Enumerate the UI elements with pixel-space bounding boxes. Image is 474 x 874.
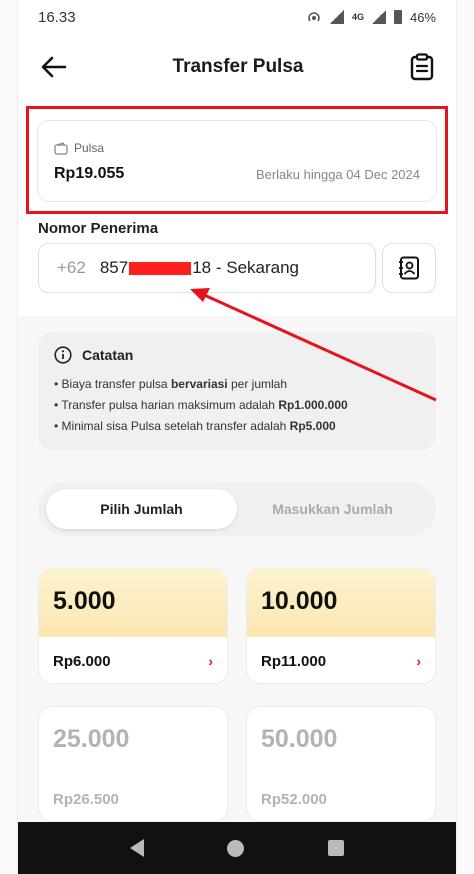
back-button[interactable]: [38, 51, 70, 83]
network-type: 4G: [351, 12, 364, 22]
amount-option[interactable]: 10.000 Rp11.000 ›: [246, 568, 436, 684]
contact-book-icon: [399, 256, 419, 280]
option-nominal: 25.000: [53, 725, 130, 753]
phone-number-start: 857: [99, 258, 129, 277]
amount-option[interactable]: 5.000 Rp6.000 ›: [38, 568, 228, 684]
option-price: Rp11.000: [261, 652, 327, 670]
battery-icon: [393, 10, 402, 24]
note-item: Minimal sisa Pulsa setelah transfer adal…: [54, 416, 420, 437]
note-item: Transfer pulsa harian maksimum adalah Rp…: [54, 395, 420, 416]
right-frame: [456, 0, 474, 874]
battery-level: 46%: [409, 9, 436, 25]
note-item: Biaya transfer pulsa bervariasi per juml…: [54, 374, 420, 395]
info-icon: [54, 346, 72, 364]
history-button[interactable]: [406, 51, 438, 83]
redaction-bar: [129, 261, 192, 275]
signal-icon: [329, 10, 344, 24]
recipient-label: Nomor Penerima: [38, 220, 159, 237]
status-icons: 4G 46%: [306, 9, 436, 25]
tab-pilih-jumlah[interactable]: Pilih Jumlah: [46, 489, 237, 529]
left-frame: [0, 0, 18, 874]
hotspot-icon: [308, 12, 320, 22]
country-code: +62: [57, 258, 86, 277]
option-price: Rp26.500: [53, 790, 119, 808]
notes-list: Biaya transfer pulsa bervariasi per juml…: [54, 374, 420, 437]
option-price: Rp6.000: [53, 652, 111, 670]
status-time: 16.33: [38, 8, 76, 26]
nav-recents-icon[interactable]: [328, 840, 345, 856]
android-nav-bar: [18, 822, 456, 874]
recipient-phone-input[interactable]: +62 857 18 - Sekarang: [38, 243, 376, 293]
option-price: Rp52.000: [261, 790, 327, 808]
clipboard-icon: [410, 53, 434, 81]
notes-box: Catatan Biaya transfer pulsa bervariasi …: [38, 332, 436, 450]
chevron-right-icon: ›: [416, 653, 421, 669]
contact-picker-button[interactable]: [382, 243, 436, 293]
notes-title: Catatan: [82, 347, 134, 363]
amount-tabs: Pilih Jumlah Masukkan Jumlah: [38, 482, 436, 536]
chevron-right-icon: ›: [208, 653, 213, 669]
option-nominal: 50.000: [261, 725, 338, 753]
phone-number-end: 18 - Sekarang: [192, 258, 300, 277]
option-nominal: 5.000: [53, 587, 116, 615]
page-title: Transfer Pulsa: [172, 56, 304, 77]
signal-icon-2: [371, 10, 386, 24]
status-bar: 16.33 4G 46%: [18, 0, 456, 34]
app-screen: 16.33 4G 46% Transfer Pulsa Pulsa Rp19.0…: [18, 0, 456, 874]
nav-home-icon[interactable]: [227, 839, 245, 857]
arrow-left-icon: [41, 56, 67, 78]
option-nominal: 10.000: [261, 587, 338, 615]
notes-header: Catatan: [54, 346, 420, 364]
balance-highlight-box: [26, 106, 448, 214]
tab-masukkan-jumlah[interactable]: Masukkan Jumlah: [237, 489, 428, 529]
app-header: Transfer Pulsa: [18, 34, 456, 100]
amount-option: 50.000 Rp52.000: [246, 706, 436, 822]
amount-option: 25.000 Rp26.500: [38, 706, 228, 822]
nav-back-icon[interactable]: [129, 839, 144, 857]
